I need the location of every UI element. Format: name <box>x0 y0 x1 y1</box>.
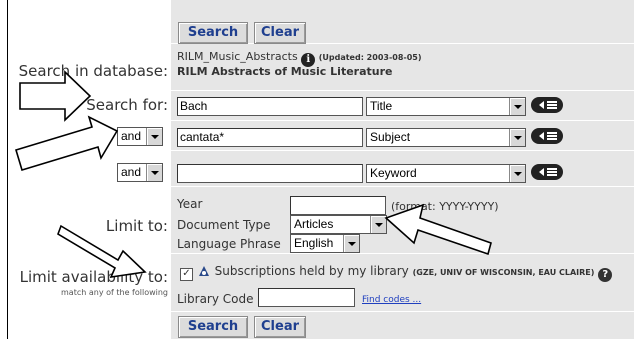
subscriptions-row: ✓ Subscriptions held by my library (GZE,… <box>180 264 613 282</box>
field-select-1-value: Title <box>370 99 393 113</box>
find-codes-link[interactable]: Find codes ... <box>362 295 421 305</box>
subscriptions-icon <box>197 264 211 278</box>
database-label-cell: Search in database: <box>8 47 168 91</box>
match-any-note: match any of the following <box>61 288 168 297</box>
history-icon[interactable] <box>530 95 564 115</box>
chevron-down-icon <box>343 235 359 252</box>
document-type-select[interactable]: Articles <box>290 215 387 234</box>
row-divider <box>171 120 634 121</box>
database-updated: (Updated: 2003-08-05) <box>318 53 422 62</box>
field-select-2-value: Subject <box>370 130 411 144</box>
chevron-down-icon <box>146 164 162 181</box>
year-label: Year <box>177 197 203 211</box>
row-divider <box>171 311 634 312</box>
chevron-down-icon <box>370 216 386 233</box>
history-icon[interactable] <box>530 162 564 182</box>
search-term-input-1[interactable]: Bach <box>177 97 363 116</box>
search-in-database-label: Search in database: <box>18 62 168 80</box>
search-for-label: Search for: <box>86 96 168 114</box>
search-term-input-2[interactable]: cantata* <box>177 128 363 147</box>
operator-select-3[interactable]: and <box>117 163 163 182</box>
clear-button-bottom[interactable]: Clear <box>254 316 306 338</box>
year-input[interactable] <box>290 196 386 215</box>
document-type-label: Document Type <box>177 218 271 232</box>
clear-button[interactable]: Clear <box>254 22 306 44</box>
operator-select-3-value: and <box>121 165 142 179</box>
search-button-bottom[interactable]: Search <box>178 316 248 338</box>
document-type-value: Articles <box>294 217 334 231</box>
database-full-name: RILM Abstracts of Music Literature <box>177 65 393 78</box>
history-icon[interactable] <box>530 126 564 146</box>
row-divider <box>171 186 634 187</box>
field-select-3-value: Keyword <box>370 166 417 180</box>
operator-select-2-value: and <box>121 129 142 143</box>
library-note: (GZE, UNIV OF WISCONSIN, EAU CLAIRE) <box>412 268 595 277</box>
limit-availability-label: Limit availability to: <box>19 268 168 286</box>
chevron-down-icon <box>509 165 525 182</box>
chevron-down-icon <box>146 128 162 145</box>
row-divider <box>171 90 634 91</box>
field-select-1[interactable]: Title <box>366 97 526 116</box>
library-code-input[interactable] <box>258 288 355 307</box>
limit-to-label: Limit to: <box>105 217 168 235</box>
help-icon[interactable]: ? <box>598 268 613 282</box>
library-code-label: Library Code <box>177 292 254 306</box>
field-select-3[interactable]: Keyword <box>366 164 526 183</box>
search-term-input-3[interactable] <box>177 164 363 183</box>
subscriptions-checkbox[interactable]: ✓ <box>180 268 193 281</box>
year-format-hint: (format: YYYY-YYYY) <box>391 200 499 213</box>
language-phrase-label: Language Phrase <box>177 237 281 251</box>
field-select-2[interactable]: Subject <box>366 128 526 147</box>
language-value: English <box>294 236 334 250</box>
row-divider <box>171 150 634 151</box>
search-button[interactable]: Search <box>178 22 248 44</box>
chevron-down-icon <box>509 98 525 115</box>
subscriptions-label: Subscriptions held by my library <box>214 264 409 278</box>
operator-select-2[interactable]: and <box>117 127 163 146</box>
database-name-link[interactable]: RILM_Music_Abstracts <box>177 50 298 63</box>
row-divider <box>171 253 634 254</box>
chevron-down-icon <box>509 129 525 146</box>
language-select[interactable]: English <box>290 234 360 253</box>
